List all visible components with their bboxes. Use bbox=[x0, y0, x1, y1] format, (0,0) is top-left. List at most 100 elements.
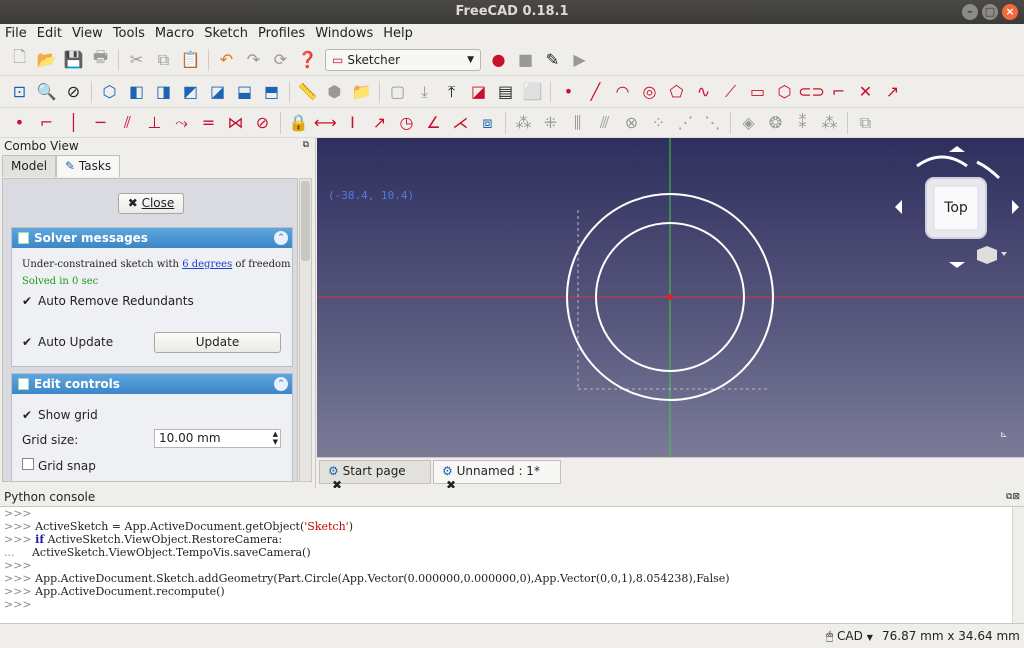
constrain-horizontal-distance-icon[interactable]: ⟷ bbox=[312, 110, 339, 136]
select-elements-icon[interactable]: ⫻ bbox=[591, 110, 618, 136]
menu-edit[interactable]: Edit bbox=[32, 24, 67, 44]
extend-icon[interactable]: ↗ bbox=[879, 79, 906, 105]
open-file-icon[interactable]: 📂 bbox=[33, 47, 60, 73]
trim-icon[interactable]: ✕ bbox=[852, 79, 879, 105]
create-bspline-icon[interactable]: ∿ bbox=[690, 79, 717, 105]
maximize-button[interactable]: □ bbox=[982, 4, 998, 20]
whats-this-icon[interactable]: ❓ bbox=[294, 47, 321, 73]
fillet-icon[interactable]: ⌐ bbox=[825, 79, 852, 105]
tab-model[interactable]: Model bbox=[2, 155, 57, 177]
constrain-block-icon[interactable]: ⊘ bbox=[249, 110, 276, 136]
bspline-increase-icon[interactable]: ⁑ bbox=[789, 110, 816, 136]
create-rectangle-icon[interactable]: ▭ bbox=[744, 79, 771, 105]
console-scrollbar[interactable] bbox=[1012, 507, 1024, 623]
constrain-distance-icon[interactable]: ↗ bbox=[366, 110, 393, 136]
select-constraints-icon[interactable]: ⁂ bbox=[510, 110, 537, 136]
bspline-knot-icon[interactable]: ❂ bbox=[762, 110, 789, 136]
constrain-snell-icon[interactable]: ⋌ bbox=[447, 110, 474, 136]
tab-start-page[interactable]: ⚙ Start page ✖ bbox=[319, 460, 431, 492]
solver-messages-header[interactable]: Solver messages ⌃ bbox=[12, 228, 292, 248]
symmetry-icon[interactable]: ⋰ bbox=[672, 110, 699, 136]
nav-cube-menu-icon[interactable] bbox=[977, 246, 997, 264]
constrain-parallel-icon[interactable]: ⫽ bbox=[114, 110, 141, 136]
constrain-perpendicular-icon[interactable]: ⊥ bbox=[141, 110, 168, 136]
new-file-icon[interactable]: 🗋 bbox=[6, 47, 33, 73]
bspline-degree-icon[interactable]: ◈ bbox=[735, 110, 762, 136]
create-arc-icon[interactable]: ◠ bbox=[609, 79, 636, 105]
virtual-space-icon[interactable]: ⧉ bbox=[852, 110, 879, 136]
chevron-down-icon[interactable] bbox=[1001, 252, 1007, 256]
dock-controls-icon[interactable]: ⧉⊠ bbox=[1006, 488, 1020, 506]
select-origin-icon[interactable]: ⁜ bbox=[537, 110, 564, 136]
cut-icon[interactable]: ✂ bbox=[123, 47, 150, 73]
menu-file[interactable]: File bbox=[0, 24, 32, 44]
navigation-style-selector[interactable]: 🖱 CAD ▼ bbox=[826, 624, 873, 648]
edit-macro-icon[interactable]: ✎ bbox=[539, 47, 566, 73]
select-conflicting-icon[interactable]: ⊗ bbox=[618, 110, 645, 136]
constrain-tangent-icon[interactable]: ⤳ bbox=[168, 110, 195, 136]
measure-icon[interactable]: 📏 bbox=[294, 79, 321, 105]
view-section-icon[interactable]: ▤ bbox=[492, 79, 519, 105]
map-sketch-icon[interactable]: ⬜ bbox=[519, 79, 546, 105]
degrees-of-freedom-link[interactable]: 6 degrees bbox=[182, 259, 232, 270]
save-icon[interactable]: 💾 bbox=[60, 47, 87, 73]
view-sketch-icon[interactable]: ◪ bbox=[465, 79, 492, 105]
top-view-icon[interactable]: ◨ bbox=[150, 79, 177, 105]
nav-down-arrow-icon[interactable] bbox=[949, 262, 965, 268]
show-grid-checkbox[interactable]: ✔ Show grid bbox=[22, 408, 98, 422]
constrain-lock-icon[interactable]: 🔒 bbox=[285, 110, 312, 136]
redo-icon[interactable]: ↷ bbox=[240, 47, 267, 73]
constrain-vertical-distance-icon[interactable]: I bbox=[339, 110, 366, 136]
constrain-horizontal-icon[interactable]: ─ bbox=[87, 110, 114, 136]
grid-snap-checkbox[interactable]: Grid snap bbox=[22, 458, 96, 473]
bspline-decrease-icon[interactable]: ⁂ bbox=[816, 110, 843, 136]
fit-selection-icon[interactable]: 🔍 bbox=[33, 79, 60, 105]
stop-macro-icon[interactable]: ■ bbox=[512, 47, 539, 73]
collapse-icon[interactable]: ⌃ bbox=[274, 231, 288, 245]
create-point-icon[interactable]: • bbox=[555, 79, 582, 105]
new-sketch-icon[interactable]: ▢ bbox=[384, 79, 411, 105]
menu-help[interactable]: Help bbox=[378, 24, 418, 44]
group-icon[interactable]: 📁 bbox=[348, 79, 375, 105]
menu-profiles[interactable]: Profiles bbox=[253, 24, 310, 44]
origin-point[interactable] bbox=[667, 294, 673, 300]
nav-up-arrow-icon[interactable] bbox=[949, 146, 965, 152]
front-view-icon[interactable]: ◧ bbox=[123, 79, 150, 105]
select-redundant-icon[interactable]: ⁘ bbox=[645, 110, 672, 136]
create-polyline-icon[interactable]: ⟋ bbox=[717, 79, 744, 105]
task-panel-scrollbar[interactable] bbox=[299, 178, 312, 482]
toggle-construction-icon[interactable]: ⧈ bbox=[474, 110, 501, 136]
menu-tools[interactable]: Tools bbox=[108, 24, 150, 44]
create-circle-icon[interactable]: ◎ bbox=[636, 79, 663, 105]
sketch-canvas[interactable] bbox=[317, 138, 1024, 457]
grid-size-spinbox[interactable]: 10.00 mm ▲ ▼ bbox=[154, 429, 281, 448]
right-view-icon[interactable]: ◩ bbox=[177, 79, 204, 105]
tab-tasks[interactable]: ✎ Tasks bbox=[56, 155, 121, 177]
select-axis-icon[interactable]: ⫼ bbox=[564, 110, 591, 136]
create-line-icon[interactable]: ╱ bbox=[582, 79, 609, 105]
constrain-coincident-icon[interactable]: ⌐ bbox=[33, 110, 60, 136]
python-console[interactable]: >>> >>> ActiveSketch = App.ActiveDocumen… bbox=[0, 506, 1024, 624]
constrain-symmetric-icon[interactable]: ⋈ bbox=[222, 110, 249, 136]
isometric-view-icon[interactable]: ⬡ bbox=[96, 79, 123, 105]
close-window-button[interactable]: × bbox=[1002, 4, 1018, 20]
nav-left-arrow-icon[interactable] bbox=[895, 200, 902, 214]
3d-view[interactable]: (-38.4, 10.4) Top ⊾ bbox=[317, 138, 1024, 457]
constrain-angle-icon[interactable]: ∠ bbox=[420, 110, 447, 136]
left-view-icon[interactable]: ⬒ bbox=[258, 79, 285, 105]
constrain-equal-icon[interactable]: = bbox=[195, 110, 222, 136]
rotate-left-arrow-icon[interactable] bbox=[916, 155, 968, 168]
spin-arrows-icon[interactable]: ▲ ▼ bbox=[273, 430, 278, 446]
rotate-right-arrow-icon[interactable] bbox=[976, 160, 1001, 180]
tab-unnamed-document[interactable]: ⚙ Unnamed : 1* ✖ bbox=[433, 460, 561, 492]
attach-sketch-icon[interactable]: ⤓ bbox=[411, 79, 438, 105]
close-button[interactable]: ✖ Close bbox=[118, 193, 184, 214]
undo-icon[interactable]: ↶ bbox=[213, 47, 240, 73]
minimize-button[interactable]: – bbox=[962, 4, 978, 20]
constrain-vertical-icon[interactable]: │ bbox=[60, 110, 87, 136]
copy-icon[interactable]: ⧉ bbox=[150, 47, 177, 73]
part-icon[interactable]: ⬢ bbox=[321, 79, 348, 105]
record-macro-icon[interactable]: ● bbox=[485, 47, 512, 73]
menu-sketch[interactable]: Sketch bbox=[199, 24, 253, 44]
run-macro-icon[interactable]: ▶ bbox=[566, 47, 593, 73]
